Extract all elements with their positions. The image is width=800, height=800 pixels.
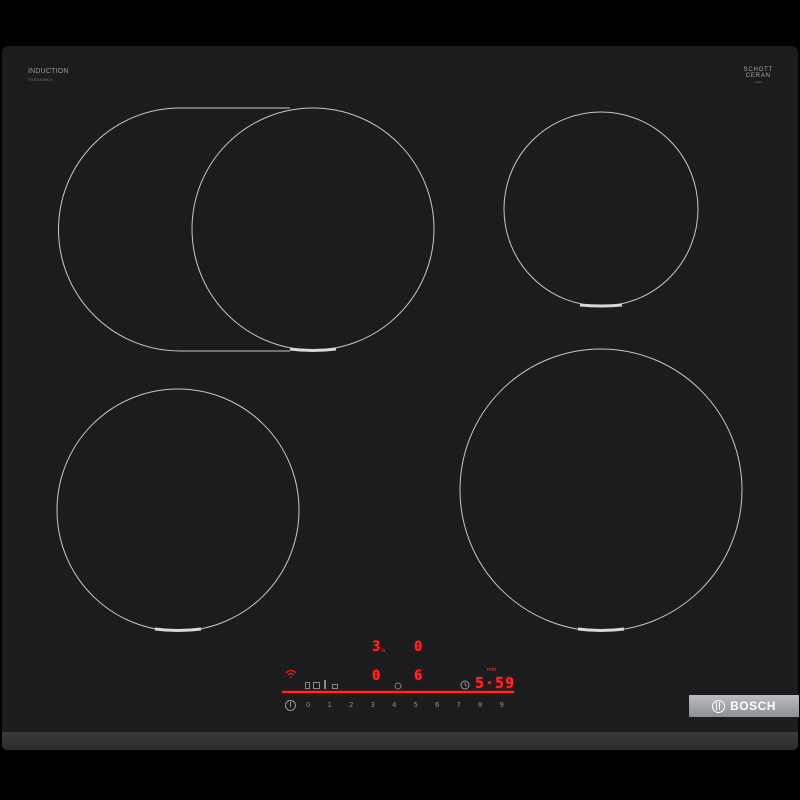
timer-display: 5·59 — [475, 674, 516, 692]
bosch-badge: BOSCH — [689, 695, 799, 717]
scale-5[interactable]: 5 — [414, 701, 436, 709]
display-front-left: 0 — [372, 668, 381, 684]
display-rear-left: 3 — [372, 639, 381, 655]
power-icon[interactable] — [285, 700, 296, 711]
zone-front-left-marker — [154, 627, 202, 632]
display-rear-right: 0 — [414, 639, 423, 655]
zone-rear-right — [503, 111, 699, 307]
zone-rear-left-marker — [289, 347, 337, 352]
scale-3[interactable]: 3 — [371, 701, 393, 709]
zone-front-right — [459, 348, 743, 632]
sensor-icon[interactable] — [313, 682, 320, 689]
zone-front-left — [56, 388, 300, 632]
brand-name: BOSCH — [730, 699, 776, 713]
scale-7[interactable]: 7 — [457, 701, 479, 709]
bosch-logo-icon — [712, 699, 726, 713]
power-scale[interactable]: 0 1 2 3 4 5 6 7 8 9 — [306, 701, 521, 709]
child-lock-icon[interactable] — [305, 682, 310, 689]
cooking-zones — [56, 107, 743, 690]
flex-zone-outline — [58, 107, 290, 352]
menu-icon[interactable] — [332, 684, 338, 689]
power-slider[interactable] — [282, 691, 514, 693]
scale-6[interactable]: 6 — [435, 701, 457, 709]
wifi-icon — [285, 670, 297, 678]
zone-front-right-marker — [577, 627, 625, 632]
divider — [324, 680, 326, 689]
scale-1[interactable]: 1 — [328, 701, 350, 709]
keep-warm-icon — [394, 682, 402, 690]
scale-8[interactable]: 8 — [478, 701, 500, 709]
scale-2[interactable]: 2 — [349, 701, 371, 709]
scale-9[interactable]: 9 — [500, 701, 522, 709]
timer-unit-label: min — [487, 667, 497, 673]
display-rear-left-sub: b — [382, 648, 386, 654]
scale-0[interactable]: 0 — [306, 701, 328, 709]
zone-rear-left — [191, 107, 435, 351]
scale-4[interactable]: 4 — [392, 701, 414, 709]
display-front-right: 6 — [414, 668, 423, 684]
zone-rear-right-marker — [579, 303, 623, 308]
timer-icon — [460, 680, 470, 690]
